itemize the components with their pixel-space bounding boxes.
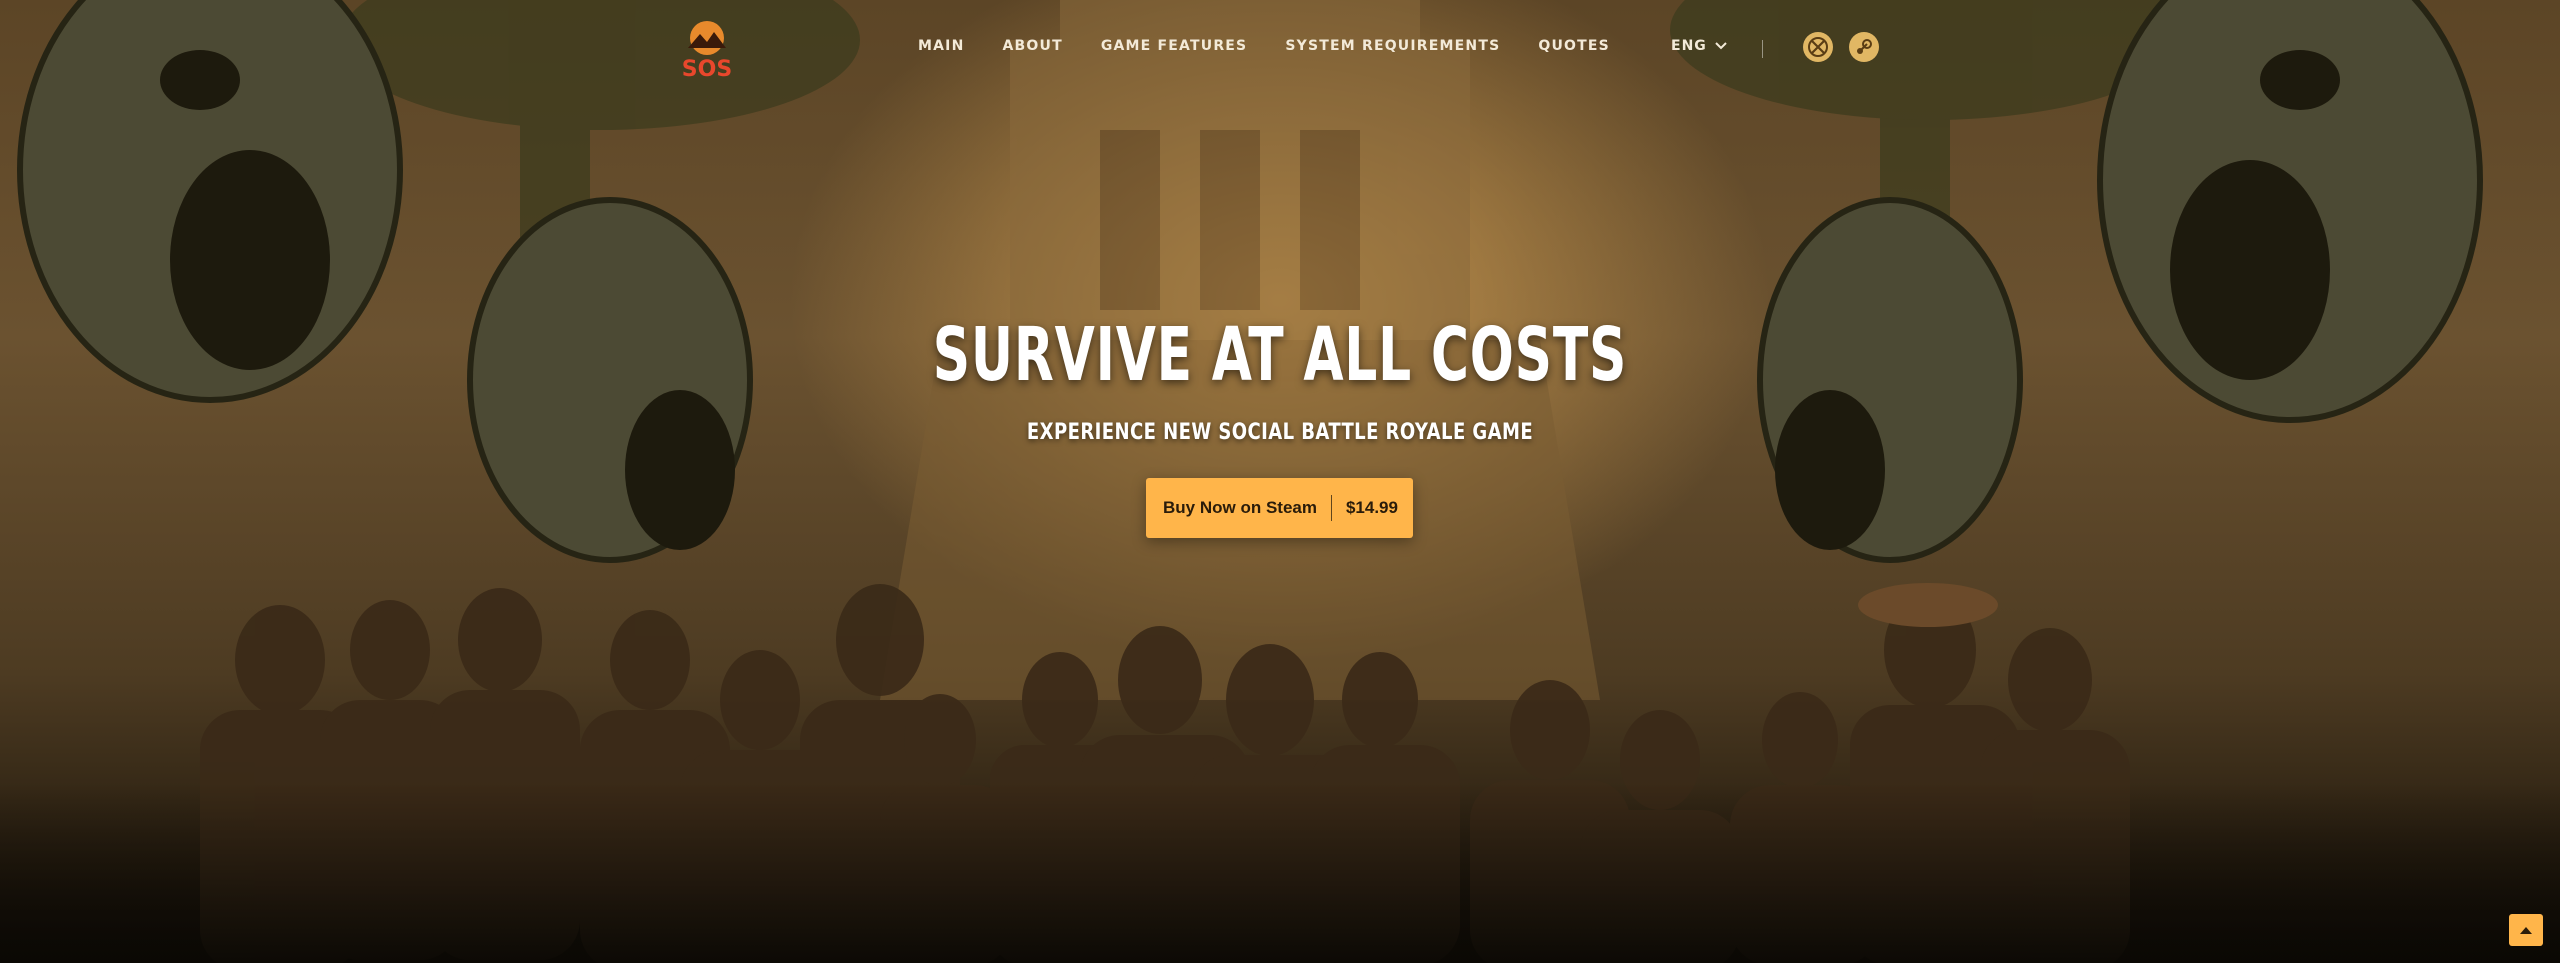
scroll-to-top-button[interactable] <box>2509 914 2543 946</box>
nav-about[interactable]: ABOUT <box>1003 38 1063 54</box>
buy-on-steam-button[interactable]: Buy Now on Steam $14.99 <box>1146 478 1413 538</box>
buy-button-label: Buy Now on Steam <box>1163 498 1317 517</box>
main-nav: MAIN ABOUT GAME FEATURES SYSTEM REQUIREM… <box>918 38 1610 54</box>
language-selector[interactable]: ENG <box>1671 38 1727 54</box>
nav-divider <box>1762 40 1763 58</box>
logo-text: SOS <box>682 57 732 80</box>
steam-link[interactable] <box>1849 32 1879 62</box>
nav-main[interactable]: MAIN <box>918 38 965 54</box>
xbox-icon <box>1808 37 1828 57</box>
bottom-fade <box>0 783 2560 963</box>
hero-title: SURVIVE AT ALL COSTS <box>932 312 1628 398</box>
sos-logo[interactable]: SOS <box>678 18 736 82</box>
nav-quotes[interactable]: QUOTES <box>1538 38 1610 54</box>
language-label: ENG <box>1671 38 1707 54</box>
buy-button-separator <box>1330 495 1332 521</box>
xbox-link[interactable] <box>1803 32 1833 62</box>
nav-system-requirements[interactable]: SYSTEM REQUIREMENTS <box>1285 38 1500 54</box>
hero-subtitle: EXPERIENCE NEW SOCIAL BATTLE ROYALE GAME <box>1026 420 1534 445</box>
nav-game-features[interactable]: GAME FEATURES <box>1101 38 1248 54</box>
chevron-down-icon <box>1715 42 1727 50</box>
arrow-up-icon <box>2520 927 2532 934</box>
price-label: $14.99 <box>1345 498 1398 517</box>
steam-icon <box>1857 39 1872 54</box>
